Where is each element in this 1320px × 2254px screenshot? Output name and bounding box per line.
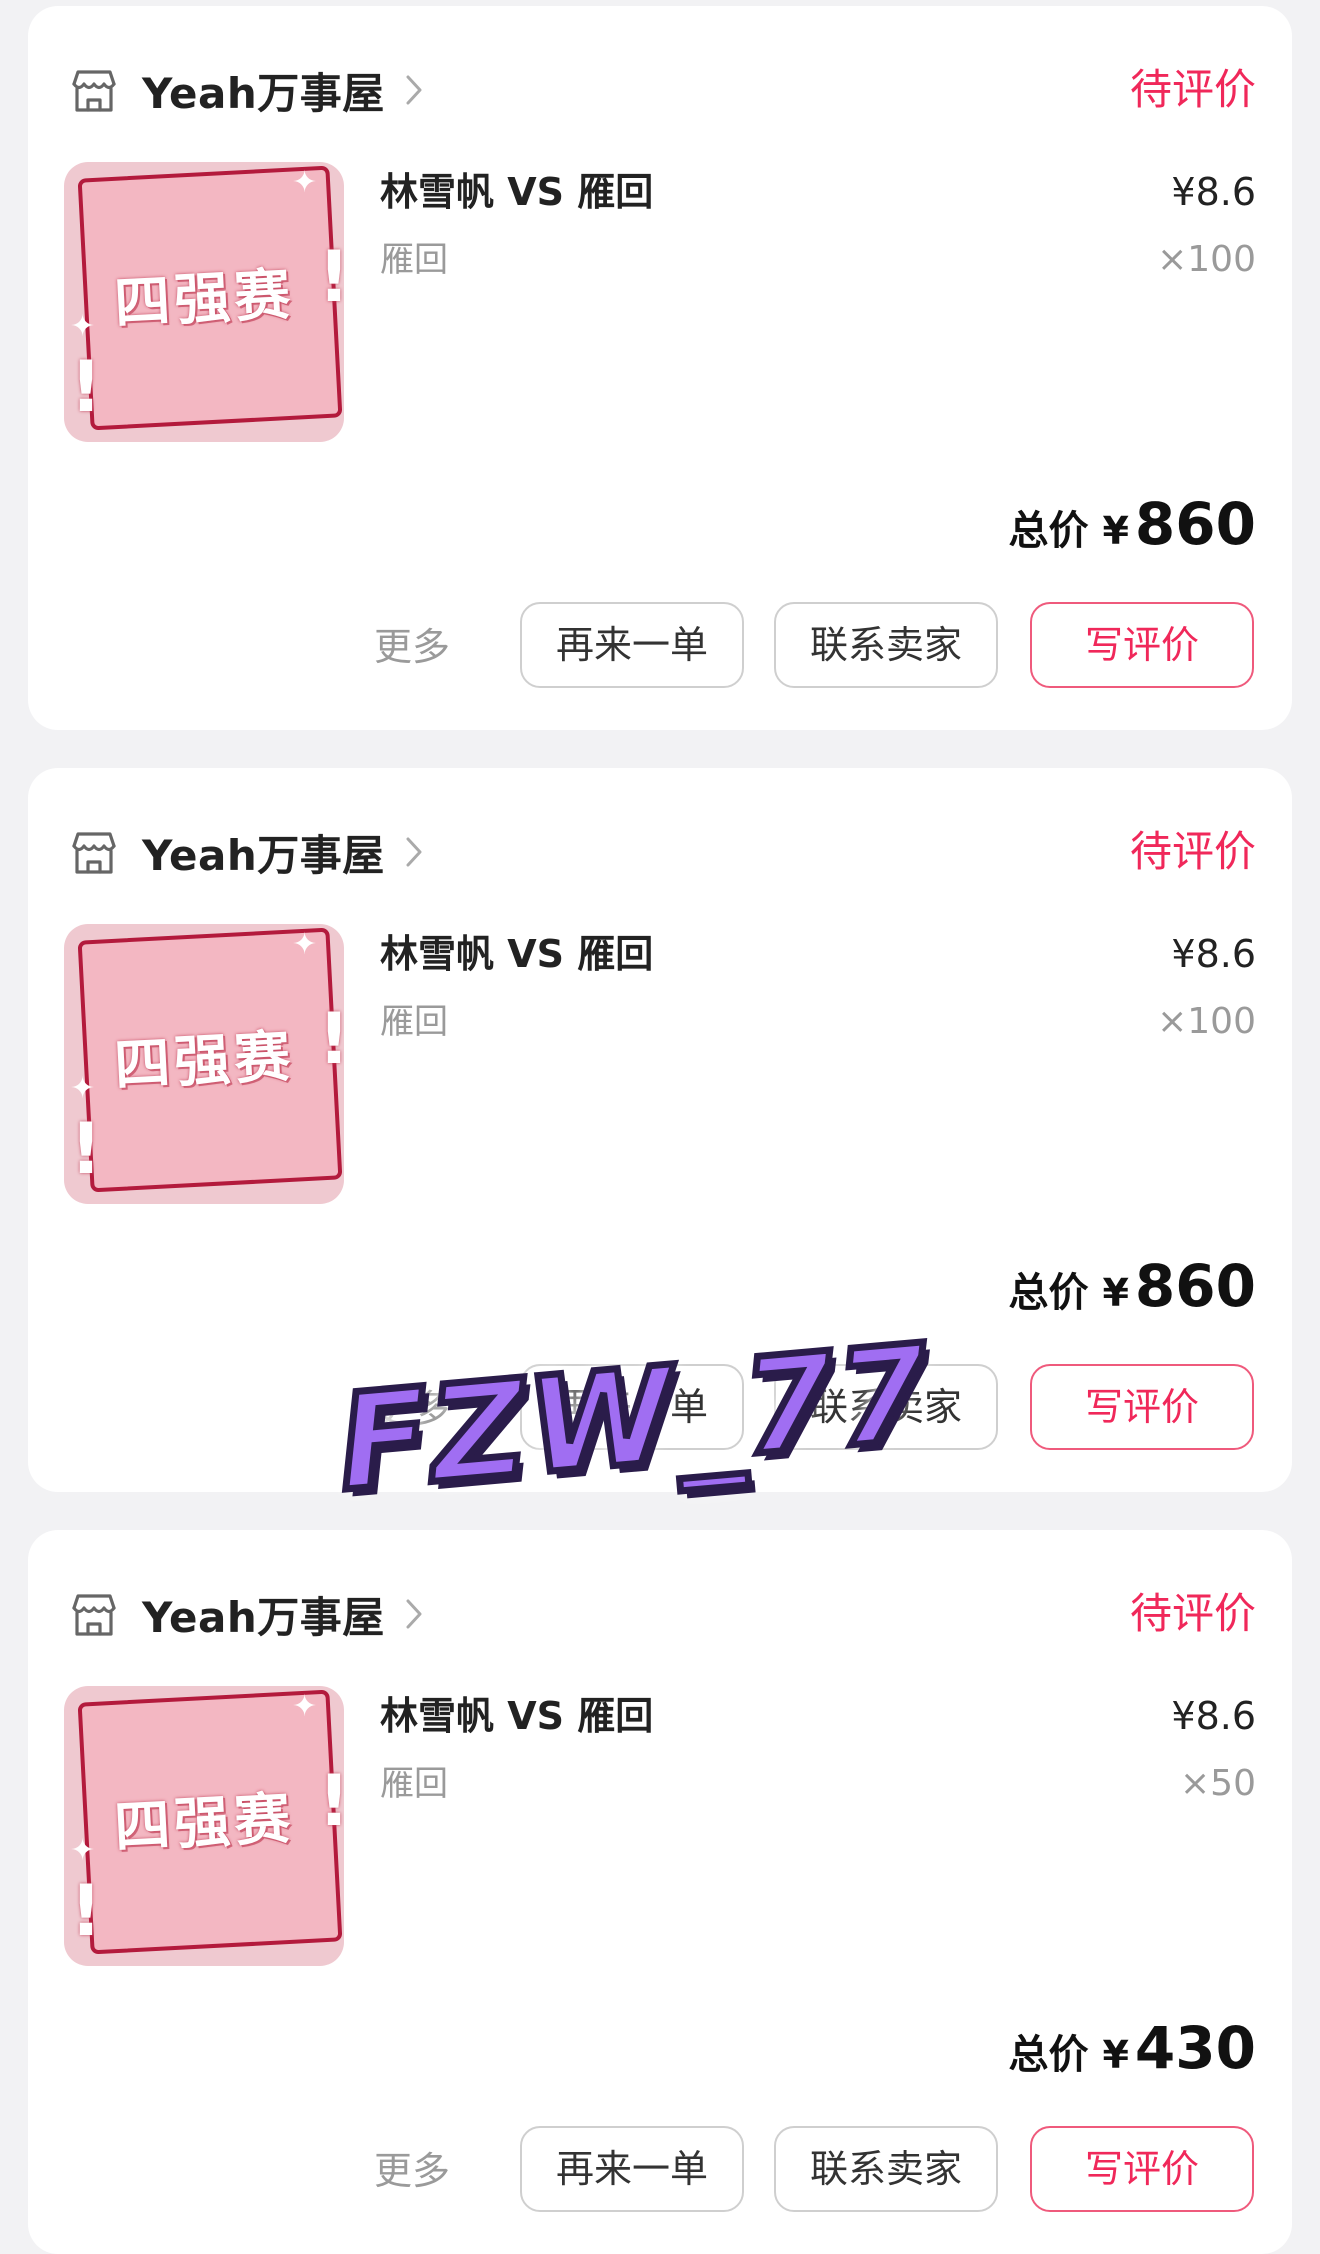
write-review-button[interactable]: 写评价 — [1030, 2126, 1254, 2212]
shop-icon — [72, 70, 116, 112]
quantity: ×50 — [1180, 1763, 1256, 1804]
shop-name: Yeah万事屋 — [142, 68, 385, 118]
item-subtitle: 雁回 — [380, 1764, 448, 1804]
reorder-button[interactable]: 再来一单 — [520, 2126, 744, 2212]
quantity: ×100 — [1157, 1001, 1256, 1042]
quantity: ×100 — [1157, 239, 1256, 280]
chevron-right-icon — [406, 1599, 422, 1629]
thumbnail-text: 四强赛 — [112, 1785, 296, 1861]
more-button[interactable]: 更多 — [374, 602, 450, 692]
item-title[interactable]: 林雪帆 VS 雁回 — [380, 164, 653, 220]
thumbnail-text: 四强赛 — [112, 1023, 296, 1099]
unit-price: ¥8.6 — [1171, 932, 1256, 976]
total-label: 总价 — [1008, 2032, 1089, 2078]
product-thumbnail[interactable]: ✦ ✦ ! ! 四强赛 — [64, 162, 344, 442]
exclaim-mark: ! — [70, 346, 102, 428]
sparkle-icon: ✦ — [292, 927, 318, 962]
total-value: 430 — [1134, 2014, 1256, 2082]
shop-link[interactable]: Yeah万事屋 — [68, 822, 425, 882]
shop-name: Yeah万事屋 — [142, 830, 385, 880]
order-card[interactable]: Yeah万事屋 待评价 ✦ ✦ ! ! 四强赛 林雪帆 VS 雁回 雁回 ¥8.… — [28, 1530, 1292, 2254]
sparkle-icon: ✦ — [292, 1689, 318, 1724]
total-price: 总价 ¥ 860 — [1008, 490, 1256, 558]
product-thumbnail[interactable]: ✦ ✦ ! ! 四强赛 — [64, 1686, 344, 1966]
thumbnail-text: 四强赛 — [112, 261, 296, 337]
exclaim-mark: ! — [70, 1870, 102, 1952]
item-subtitle: 雁回 — [380, 1002, 448, 1042]
product-thumbnail[interactable]: ✦ ✦ ! ! 四强赛 — [64, 924, 344, 1204]
total-label: 总价 — [1008, 1270, 1089, 1316]
contact-seller-button[interactable]: 联系卖家 — [774, 2126, 998, 2212]
order-card[interactable]: Yeah万事屋 待评价 ✦ ✦ ! ! 四强赛 林雪帆 VS 雁回 雁回 ¥8.… — [28, 6, 1292, 730]
contact-seller-button[interactable]: 联系卖家 — [774, 602, 998, 688]
total-price: 总价 ¥ 860 — [1008, 1252, 1256, 1320]
currency-symbol: ¥ — [1102, 2033, 1129, 2077]
unit-price: ¥8.6 — [1171, 1694, 1256, 1738]
reorder-button[interactable]: 再来一单 — [520, 602, 744, 688]
order-status: 待评价 — [1129, 1589, 1256, 1638]
order-status: 待评价 — [1129, 65, 1256, 114]
total-value: 860 — [1134, 490, 1256, 558]
exclaim-mark: ! — [70, 1108, 102, 1190]
write-review-button[interactable]: 写评价 — [1030, 602, 1254, 688]
shop-icon — [72, 1594, 116, 1636]
total-label: 总价 — [1008, 508, 1089, 554]
currency-symbol: ¥ — [1102, 1271, 1129, 1315]
shop-link[interactable]: Yeah万事屋 — [68, 60, 425, 120]
shop-icon — [72, 832, 116, 874]
order-status: 待评价 — [1129, 827, 1256, 876]
chevron-right-icon — [406, 75, 422, 105]
unit-price: ¥8.6 — [1171, 170, 1256, 214]
write-review-button[interactable]: 写评价 — [1030, 1364, 1254, 1450]
shop-name: Yeah万事屋 — [142, 1592, 385, 1642]
shop-link[interactable]: Yeah万事屋 — [68, 1584, 425, 1644]
chevron-right-icon — [406, 837, 422, 867]
sparkle-icon: ✦ — [292, 165, 318, 200]
item-title[interactable]: 林雪帆 VS 雁回 — [380, 1688, 653, 1744]
item-subtitle: 雁回 — [380, 240, 448, 280]
total-price: 总价 ¥ 430 — [1008, 2014, 1256, 2082]
currency-symbol: ¥ — [1102, 509, 1129, 553]
item-title[interactable]: 林雪帆 VS 雁回 — [380, 926, 653, 982]
total-value: 860 — [1134, 1252, 1256, 1320]
more-button[interactable]: 更多 — [374, 2126, 450, 2216]
